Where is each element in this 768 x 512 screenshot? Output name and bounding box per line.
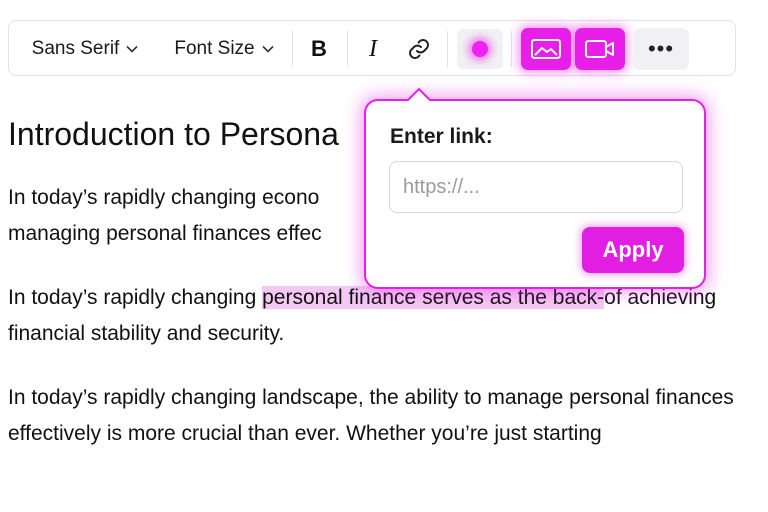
more-options-button[interactable]: ••• <box>633 28 689 70</box>
highlighted-text-selection[interactable]: personal finance serves as the back- <box>262 286 605 309</box>
chevron-down-icon <box>262 45 274 53</box>
link-icon <box>409 39 429 59</box>
bold-button[interactable]: B <box>301 21 337 77</box>
font-size-dropdown[interactable]: Font Size <box>169 21 279 77</box>
more-icon: ••• <box>647 36 675 61</box>
paragraph-line: In today’s rapidly changing econo <box>8 186 320 209</box>
popover-caret <box>406 87 432 103</box>
apply-button[interactable]: Apply <box>582 227 684 273</box>
image-icon <box>531 39 561 59</box>
chevron-down-icon <box>126 45 138 53</box>
link-popover: Enter link: Apply <box>364 87 706 289</box>
link-button[interactable] <box>401 21 437 77</box>
text-color-button[interactable] <box>457 29 503 69</box>
video-icon <box>585 40 614 58</box>
paragraph-text: In today’s rapidly changing <box>8 286 263 309</box>
toolbar-divider <box>347 31 348 67</box>
link-url-input[interactable] <box>389 161 683 213</box>
insert-video-button[interactable] <box>575 28 625 70</box>
paragraph[interactable]: In today’s rapidly changing personal fin… <box>8 280 768 352</box>
toolbar-divider <box>292 31 293 67</box>
editor-toolbar: Sans Serif Font Size B I ••• <box>8 20 736 76</box>
toolbar-divider <box>511 31 512 67</box>
color-swatch <box>472 41 488 57</box>
insert-image-button[interactable] <box>521 28 571 70</box>
font-size-value: Font Size <box>174 38 255 59</box>
italic-button[interactable]: I <box>355 21 391 77</box>
font-family-value: Sans Serif <box>31 38 120 59</box>
paragraph-line: managing personal finances effec <box>8 222 322 245</box>
font-family-dropdown[interactable]: Sans Serif <box>25 21 145 77</box>
paragraph[interactable]: In today’s rapidly changing landscape, t… <box>8 380 748 452</box>
toolbar-divider <box>447 31 448 67</box>
link-label: Enter link: <box>390 125 493 148</box>
